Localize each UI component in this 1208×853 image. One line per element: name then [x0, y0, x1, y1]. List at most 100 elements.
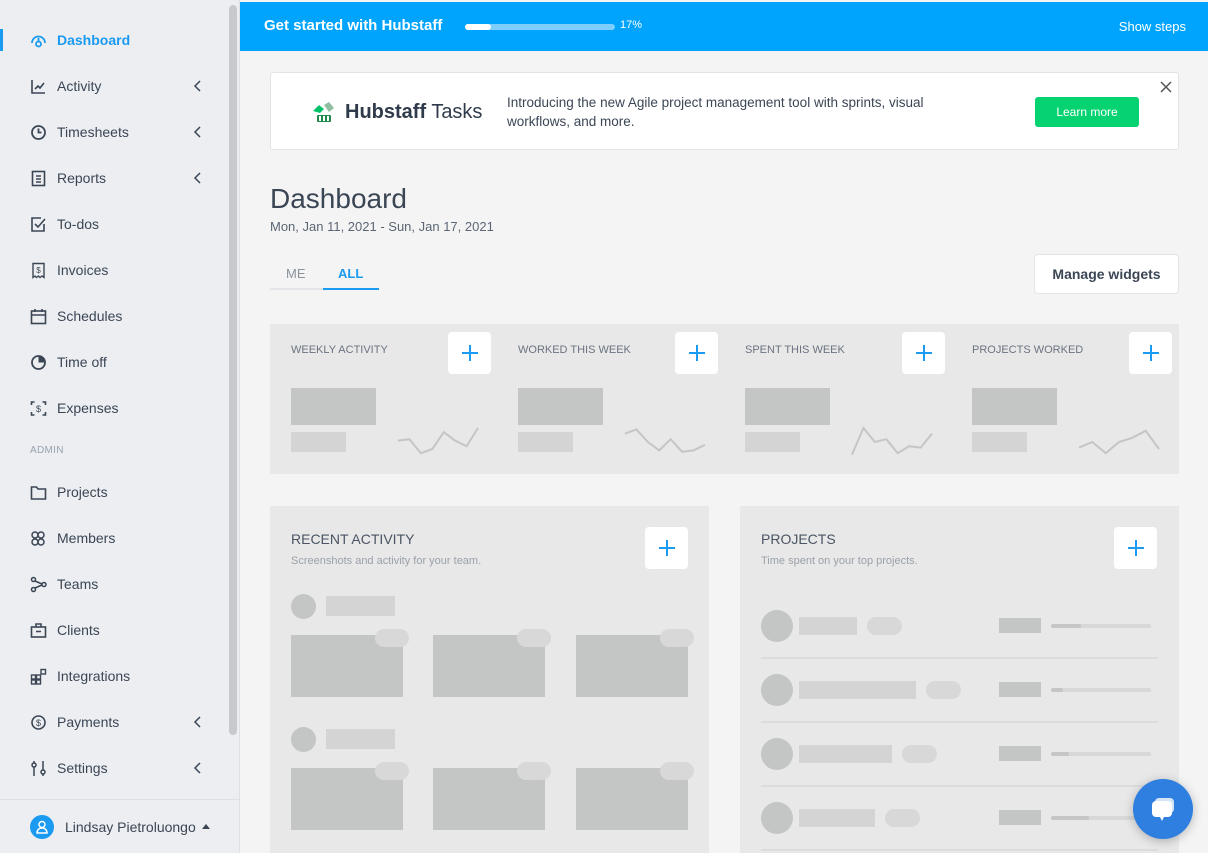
project-name-placeholder: [799, 617, 857, 635]
project-progress-bar: [1051, 624, 1151, 628]
plus-icon: [915, 345, 932, 361]
chevron-left-icon[interactable]: [192, 760, 202, 776]
project-avatar-placeholder: [761, 738, 793, 770]
stat-subvalue-placeholder: [518, 432, 573, 452]
stat-widget: WORKED THIS WEEK: [497, 324, 724, 474]
sidebar-item-expenses[interactable]: $ Expenses: [0, 385, 228, 431]
date-range[interactable]: Mon, Jan 11, 2021 - Sun, Jan 17, 2021: [270, 219, 494, 234]
sidebar-item-label: Settings: [57, 760, 108, 776]
banner-message: Introducing the new Agile project manage…: [507, 95, 924, 129]
sidebar-item-activity[interactable]: Activity: [0, 63, 228, 109]
stat-value-placeholder: [745, 388, 830, 425]
chat-launcher-button[interactable]: [1133, 779, 1193, 839]
add-stat-widget-button[interactable]: [902, 332, 945, 374]
sidebar-item-schedules[interactable]: Schedules: [0, 293, 228, 339]
manage-widgets-button[interactable]: Manage widgets: [1034, 254, 1179, 294]
dashboard-icon: [30, 32, 47, 49]
sidebar-section-admin: ADMIN: [30, 444, 64, 456]
activity-pill-placeholder: [375, 762, 409, 780]
checkbox-icon: [30, 216, 47, 233]
add-stat-widget-button[interactable]: [448, 332, 491, 374]
sidebar-item-projects[interactable]: Projects: [0, 469, 228, 515]
plus-icon: [658, 540, 675, 556]
sidebar: Dashboard Activity Timesheets Reports To-dos…: [0, 0, 240, 853]
svg-text:$: $: [36, 404, 41, 414]
plus-icon: [1127, 540, 1144, 556]
integrations-icon: [30, 668, 47, 685]
svg-text:$: $: [36, 718, 41, 728]
row-divider: [761, 849, 1158, 851]
sidebar-item-time-off[interactable]: Time off: [0, 339, 228, 385]
user-menu[interactable]: Lindsay Pietroluongo: [0, 799, 240, 853]
sidebar-item-label: Invoices: [57, 262, 109, 278]
project-row-placeholder: [761, 786, 1158, 851]
sparkline: [1078, 429, 1160, 455]
sidebar-item-teams[interactable]: Teams: [0, 561, 228, 607]
user-avatar-icon: [30, 814, 54, 839]
briefcase-icon: [30, 622, 47, 639]
project-row-placeholder: [761, 594, 1158, 659]
getting-started-progress: [465, 24, 615, 30]
recent-activity-widget: RECENT ACTIVITY Screenshots and activity…: [270, 506, 709, 853]
sidebar-item-invoices[interactable]: $ Invoices: [0, 247, 228, 293]
activity-chart-icon: [30, 78, 47, 95]
stat-value-placeholder: [972, 388, 1057, 425]
sidebar-item-dashboard[interactable]: Dashboard: [0, 17, 228, 63]
tab-all[interactable]: ALL: [338, 266, 363, 281]
sidebar-item-integrations[interactable]: Integrations: [0, 653, 228, 699]
project-avatar-placeholder: [761, 802, 793, 834]
tab-me[interactable]: ME: [286, 266, 306, 281]
name-placeholder: [326, 729, 395, 749]
stat-label: WEEKLY ACTIVITY: [291, 344, 388, 356]
stat-value-placeholder: [291, 388, 376, 425]
active-tab-indicator: [323, 288, 379, 290]
plus-icon: [688, 345, 705, 361]
expenses-icon: $: [30, 400, 47, 417]
projects-title: PROJECTS: [761, 531, 836, 547]
sparkline-line: [397, 427, 479, 455]
add-recent-activity-button[interactable]: [645, 527, 688, 569]
add-stat-widget-button[interactable]: [1129, 332, 1172, 374]
svg-text:$: $: [36, 266, 41, 275]
chevron-left-icon[interactable]: [192, 124, 202, 140]
sidebar-scrollbar-thumb[interactable]: [229, 5, 237, 735]
stat-value-placeholder: [518, 388, 603, 425]
sidebar-item-label: Integrations: [57, 668, 131, 684]
project-time-placeholder: [999, 618, 1041, 633]
plus-icon: [1142, 345, 1159, 361]
project-progress-bar: [1051, 752, 1151, 756]
sidebar-item-clients[interactable]: Clients: [0, 607, 228, 653]
project-name-placeholder: [799, 745, 892, 763]
add-stat-widget-button[interactable]: [675, 332, 718, 374]
sidebar-item-to-dos[interactable]: To-dos: [0, 201, 228, 247]
project-avatar-placeholder: [761, 674, 793, 706]
activity-pill-placeholder: [660, 762, 694, 780]
chevron-left-icon[interactable]: [192, 170, 202, 186]
sidebar-item-reports[interactable]: Reports: [0, 155, 228, 201]
projects-widget: PROJECTS Time spent on your top projects…: [740, 506, 1179, 853]
sliders-icon: [30, 760, 47, 777]
sidebar-item-timesheets[interactable]: Timesheets: [0, 109, 228, 155]
project-time-placeholder: [999, 682, 1041, 697]
stat-label: SPENT THIS WEEK: [745, 344, 845, 356]
project-pill-placeholder: [926, 681, 961, 699]
close-banner-icon[interactable]: [1159, 80, 1173, 94]
sparkline-line: [624, 428, 706, 453]
dollar-circle-icon: $: [30, 714, 47, 731]
caret-up-icon: [201, 824, 210, 829]
sidebar-item-members[interactable]: Members: [0, 515, 228, 561]
project-time-placeholder: [999, 746, 1041, 761]
sidebar-item-settings[interactable]: Settings: [0, 745, 228, 791]
hubstaff-tasks-logo: Hubstaff Tasks: [311, 99, 482, 125]
add-projects-button[interactable]: [1114, 527, 1157, 569]
learn-more-button[interactable]: Learn more: [1035, 97, 1139, 127]
stat-subvalue-placeholder: [291, 432, 346, 452]
show-steps-link[interactable]: Show steps: [1119, 19, 1186, 34]
getting-started-title: Get started with Hubstaff: [264, 17, 443, 34]
chevron-left-icon[interactable]: [192, 78, 202, 94]
hubstaff-tasks-banner: Hubstaff Tasks Introducing the new Agile…: [270, 72, 1179, 150]
project-progress-fill: [1051, 816, 1089, 820]
sidebar-item-payments[interactable]: $ Payments: [0, 699, 228, 745]
chevron-left-icon[interactable]: [192, 714, 202, 730]
stat-label: PROJECTS WORKED: [972, 344, 1084, 356]
